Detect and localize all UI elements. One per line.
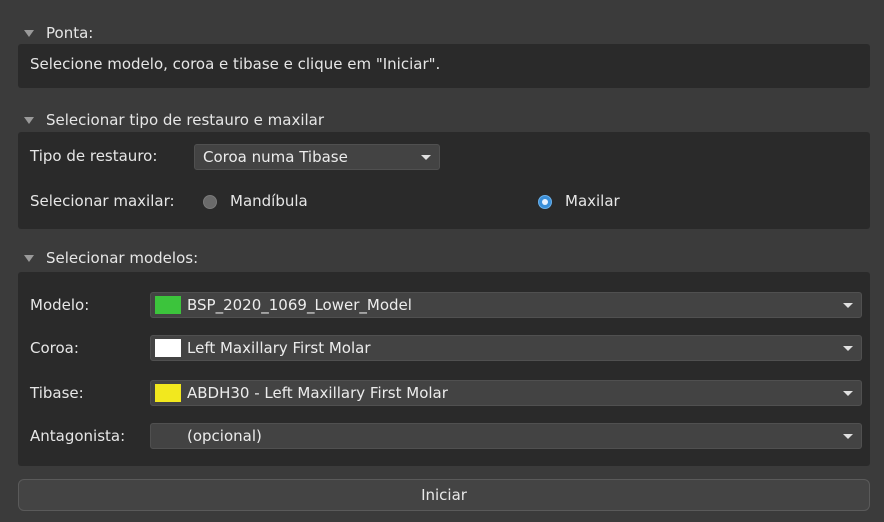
chevron-down-icon xyxy=(421,155,431,160)
tibase-label: Tibase: xyxy=(30,384,84,402)
color-swatch xyxy=(155,384,181,402)
radio-mandibula[interactable] xyxy=(203,195,217,209)
section-title: Selecionar modelos: xyxy=(46,249,199,267)
section-title: Selecionar tipo de restauro e maxilar xyxy=(46,111,325,129)
dropdown-value: ABDH30 - Left Maxillary First Molar xyxy=(187,384,448,402)
section-header-models[interactable]: Selecionar modelos: xyxy=(16,247,870,269)
workflow-panel: Ponta: Selecione modelo, coroa e tibase … xyxy=(0,0,884,522)
restoration-type-dropdown[interactable]: Coroa numa Tibase xyxy=(194,144,440,170)
antagonist-dropdown[interactable]: (opcional) xyxy=(150,423,862,449)
dropdown-value: BSP_2020_1069_Lower_Model xyxy=(187,296,412,314)
tip-panel: Selecione modelo, coroa e tibase e cliqu… xyxy=(18,44,870,88)
models-panel: Modelo: BSP_2020_1069_Lower_Model Coroa:… xyxy=(18,272,870,466)
section-header-restoration[interactable]: Selecionar tipo de restauro e maxilar xyxy=(16,109,870,131)
triangle-down-icon xyxy=(24,29,34,37)
triangle-down-icon xyxy=(24,116,34,124)
color-swatch xyxy=(155,296,181,314)
section-title: Ponta: xyxy=(46,24,94,42)
tibase-dropdown[interactable]: ABDH30 - Left Maxillary First Molar xyxy=(150,380,862,406)
jaw-label: Selecionar maxilar: xyxy=(30,192,175,210)
crown-dropdown[interactable]: Left Maxillary First Molar xyxy=(150,335,862,361)
triangle-down-icon xyxy=(24,254,34,262)
radio-mandibula-label[interactable]: Mandíbula xyxy=(230,192,308,210)
chevron-down-icon xyxy=(843,434,853,439)
start-button[interactable]: Iniciar xyxy=(18,479,870,511)
model-label: Modelo: xyxy=(30,296,90,314)
dropdown-value: Coroa numa Tibase xyxy=(203,148,348,166)
chevron-down-icon xyxy=(843,391,853,396)
chevron-down-icon xyxy=(843,346,853,351)
antagonist-label: Antagonista: xyxy=(30,427,126,445)
model-dropdown[interactable]: BSP_2020_1069_Lower_Model xyxy=(150,292,862,318)
crown-label: Coroa: xyxy=(30,339,79,357)
section-header-tip[interactable]: Ponta: xyxy=(16,22,870,44)
color-swatch xyxy=(155,339,181,357)
radio-maxilar[interactable] xyxy=(538,195,552,209)
chevron-down-icon xyxy=(843,303,853,308)
restoration-panel: Tipo de restauro: Coroa numa Tibase Sele… xyxy=(18,132,870,229)
dropdown-value: (opcional) xyxy=(187,427,262,445)
radio-maxilar-label[interactable]: Maxilar xyxy=(565,192,620,210)
tip-message: Selecione modelo, coroa e tibase e cliqu… xyxy=(30,55,441,73)
restoration-type-label: Tipo de restauro: xyxy=(30,147,158,165)
dropdown-value: Left Maxillary First Molar xyxy=(187,339,371,357)
